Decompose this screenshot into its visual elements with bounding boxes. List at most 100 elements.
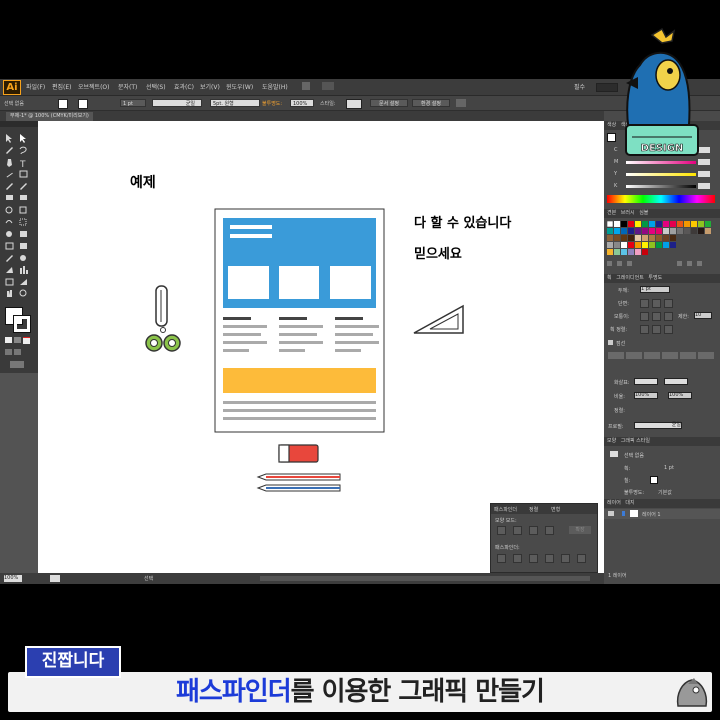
- align-inside-button[interactable]: [652, 325, 661, 334]
- variable-width-profile[interactable]: 균일: [152, 99, 202, 107]
- minus-back-button[interactable]: [577, 554, 586, 563]
- menu-help[interactable]: 도움말(H): [262, 82, 288, 91]
- miter-join-button[interactable]: [640, 312, 649, 321]
- align-center-button[interactable]: [640, 325, 649, 334]
- butt-cap-button[interactable]: [640, 299, 649, 308]
- color-fill-swatch[interactable]: [607, 133, 616, 142]
- magenta-slider[interactable]: M: [614, 159, 710, 166]
- triangle-ruler-illustration[interactable]: [412, 304, 466, 336]
- scale-start-field[interactable]: 100%: [634, 392, 658, 399]
- dash-gap-fields[interactable]: [608, 351, 716, 365]
- color-spectrum[interactable]: [607, 195, 715, 203]
- divide-button[interactable]: [497, 554, 506, 563]
- tab-transform[interactable]: 변형: [551, 506, 560, 513]
- round-join-button[interactable]: [652, 312, 661, 321]
- start-arrow-select[interactable]: [634, 378, 658, 385]
- minus-front-button[interactable]: [513, 526, 522, 535]
- stroke-swatch[interactable]: [13, 315, 31, 333]
- scissors-illustration[interactable]: [142, 284, 184, 356]
- layer-row[interactable]: 레이어 1: [604, 509, 720, 519]
- stroke-weight-field[interactable]: 1 pt: [640, 286, 670, 293]
- menu-type[interactable]: 문자(T): [118, 82, 137, 91]
- outline-button[interactable]: [561, 554, 570, 563]
- appearance-title: 선택 없음: [624, 453, 644, 459]
- align-options-icon[interactable]: [456, 99, 466, 107]
- drawing-mode-icon[interactable]: [5, 349, 12, 355]
- tool-icons[interactable]: T: [4, 133, 34, 323]
- bridge-icon[interactable]: [302, 82, 310, 90]
- pencils-illustration[interactable]: [256, 472, 344, 494]
- tab-stroke[interactable]: 획: [607, 275, 612, 281]
- scale-end-field[interactable]: 100%: [668, 392, 692, 399]
- menu-object[interactable]: 오브젝트(O): [78, 82, 110, 91]
- opacity-input[interactable]: 100%: [290, 99, 314, 107]
- appearance-fill-label: 칠:: [624, 478, 631, 484]
- menu-file[interactable]: 파일(F): [26, 82, 45, 91]
- menu-window[interactable]: 윈도우(W): [226, 82, 253, 91]
- horizontal-scrollbar[interactable]: [260, 576, 590, 581]
- crop-button[interactable]: [545, 554, 554, 563]
- eraser-illustration[interactable]: [278, 444, 320, 464]
- menu-view[interactable]: 보기(V): [200, 82, 220, 91]
- stroke-panel-header: 획 그레이디언트 투명도: [604, 274, 720, 283]
- claim-line-1: 다 할 수 있습니다: [414, 216, 512, 231]
- yellow-slider[interactable]: Y: [614, 171, 710, 178]
- trim-button[interactable]: [513, 554, 522, 563]
- eye-icon[interactable]: [608, 511, 614, 516]
- merge-button[interactable]: [529, 554, 538, 563]
- stroke-color-swatch[interactable]: [78, 99, 88, 109]
- end-arrow-select[interactable]: [664, 378, 688, 385]
- document-tab[interactable]: 무제-1* @ 100% (CMYK/미리보기): [6, 112, 93, 121]
- zoom-select[interactable]: 100%: [4, 575, 22, 582]
- intersect-button[interactable]: [529, 526, 538, 535]
- workspace-switcher[interactable]: 필수: [574, 82, 585, 91]
- unite-button[interactable]: [497, 526, 506, 535]
- menu-bar: Ai 파일(F) 편집(E) 오브젝트(O) 문자(T) 선택(S) 효과(C)…: [0, 79, 720, 96]
- document-setup-button[interactable]: 문서 설정: [370, 99, 408, 107]
- round-cap-button[interactable]: [652, 299, 661, 308]
- preferences-button[interactable]: 환경 설정: [412, 99, 450, 107]
- tab-color[interactable]: 색상: [607, 122, 616, 128]
- artboard-nav[interactable]: [50, 575, 60, 582]
- black-slider[interactable]: K: [614, 183, 710, 190]
- color-mode-icon[interactable]: [5, 337, 12, 343]
- swatch-grid[interactable]: [606, 220, 717, 269]
- tab-swatches[interactable]: 견본: [607, 210, 616, 216]
- tab-gradient[interactable]: 그레이디언트: [616, 275, 644, 281]
- fill-color-swatch[interactable]: [58, 99, 68, 109]
- bevel-join-button[interactable]: [664, 312, 673, 321]
- tab-graphic-styles[interactable]: 그래픽 스타일: [621, 438, 650, 444]
- expand-button[interactable]: 확장: [569, 526, 591, 534]
- stroke-weight-select[interactable]: 1 pt: [120, 99, 146, 107]
- menu-select[interactable]: 선택(S): [146, 82, 166, 91]
- opacity-label[interactable]: 불투명도:: [262, 100, 282, 107]
- dashed-checkbox[interactable]: [608, 340, 613, 345]
- tab-appearance[interactable]: 모양: [607, 438, 616, 444]
- tab-artboards[interactable]: 대지: [625, 500, 634, 506]
- document-illustration[interactable]: [214, 208, 386, 434]
- brush-definition[interactable]: 5pt. 원형: [210, 99, 260, 107]
- profile-select[interactable]: 균일: [634, 422, 682, 429]
- tab-align[interactable]: 정렬: [529, 506, 538, 513]
- appearance-fill-swatch[interactable]: [650, 476, 658, 484]
- search-field[interactable]: [596, 83, 618, 92]
- layer-name[interactable]: 레이어 1: [642, 511, 661, 518]
- tab-symbols[interactable]: 심볼: [639, 210, 648, 216]
- square-cap-button[interactable]: [664, 299, 673, 308]
- draw-behind-icon[interactable]: [14, 349, 21, 355]
- align-outside-button[interactable]: [664, 325, 673, 334]
- tab-pathfinder[interactable]: 패스파인더: [494, 506, 517, 513]
- none-mode-icon[interactable]: [23, 337, 30, 344]
- limit-field[interactable]: 10: [694, 312, 712, 319]
- mascot-penguin: DESIGN: [625, 27, 699, 156]
- screen-mode-icon[interactable]: [10, 361, 24, 368]
- gradient-mode-icon[interactable]: [14, 337, 21, 343]
- graphic-style-picker[interactable]: [346, 99, 362, 109]
- tab-brushes[interactable]: 브러시: [621, 210, 635, 216]
- arrange-documents-icon[interactable]: [322, 82, 334, 90]
- menu-edit[interactable]: 편집(E): [52, 82, 72, 91]
- exclude-button[interactable]: [545, 526, 554, 535]
- tab-transparency[interactable]: 투명도: [648, 275, 662, 281]
- tab-layers[interactable]: 레이어: [607, 500, 621, 506]
- menu-effect[interactable]: 효과(C): [174, 82, 194, 91]
